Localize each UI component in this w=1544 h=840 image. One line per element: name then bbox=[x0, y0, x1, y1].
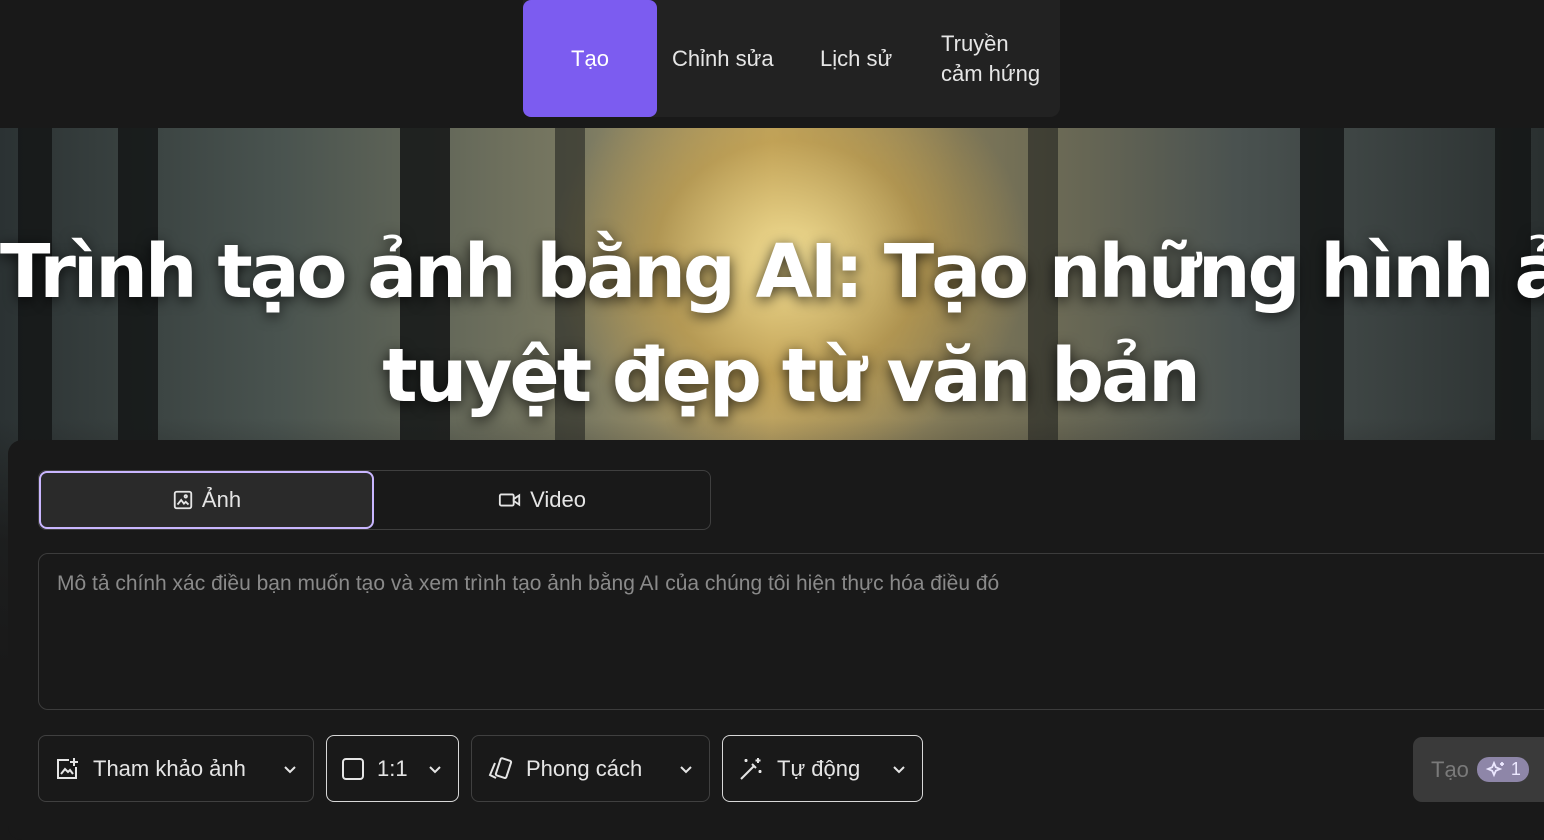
page-title: Trình tạo ảnh bằng AI: Tạo những hình ản… bbox=[0, 220, 1544, 428]
auto-label: Tự động bbox=[777, 755, 861, 781]
prompt-box bbox=[38, 553, 1544, 710]
tab-inspiration[interactable]: Truyền cảm hứng bbox=[941, 0, 1051, 117]
reference-image-label: Tham khảo ảnh bbox=[93, 755, 246, 781]
chevron-down-icon bbox=[677, 760, 695, 778]
aspect-ratio-label: 1:1 bbox=[377, 755, 408, 781]
video-mode-label: Video bbox=[530, 487, 586, 512]
video-camera-icon bbox=[498, 490, 522, 510]
tab-edit[interactable]: Chỉnh sửa bbox=[672, 0, 782, 117]
chevron-down-icon bbox=[890, 760, 908, 778]
generate-label: Tạo bbox=[1431, 756, 1469, 782]
chevron-down-icon bbox=[281, 760, 299, 778]
page-title-line-2: tuyệt đẹp từ văn bản bbox=[382, 333, 1201, 419]
generate-button[interactable]: Tạo 1 bbox=[1413, 737, 1544, 802]
style-label: Phong cách bbox=[526, 755, 643, 781]
aspect-ratio-dropdown[interactable]: 1:1 bbox=[326, 735, 459, 802]
tab-history[interactable]: Lịch sử bbox=[820, 0, 920, 117]
top-navigation-bar: Tạo Chỉnh sửa Lịch sử Truyền cảm hứng bbox=[0, 0, 1544, 128]
page-title-line-1: Trình tạo ảnh bằng AI: Tạo những hình ản… bbox=[0, 229, 1544, 315]
square-icon bbox=[341, 757, 365, 781]
photo-mode-label: Ảnh bbox=[201, 487, 242, 512]
tab-create[interactable]: Tạo bbox=[523, 0, 657, 117]
chevron-down-icon bbox=[426, 760, 444, 778]
photo-mode-button[interactable]: Ảnh bbox=[39, 471, 374, 529]
reference-image-dropdown[interactable]: Tham khảo ảnh bbox=[38, 735, 314, 802]
media-type-switch: Ảnh Video bbox=[38, 470, 711, 530]
image-icon bbox=[172, 489, 194, 511]
main-tabs: Tạo Chỉnh sửa Lịch sử Truyền cảm hứng bbox=[523, 0, 1060, 117]
add-image-icon bbox=[53, 755, 81, 783]
prompt-input[interactable] bbox=[57, 572, 1544, 691]
style-cards-icon bbox=[486, 756, 514, 782]
credit-count: 1 bbox=[1510, 759, 1521, 779]
style-dropdown[interactable]: Phong cách bbox=[471, 735, 710, 802]
sparkle-icon bbox=[1485, 760, 1507, 780]
auto-enhance-dropdown[interactable]: Tự động bbox=[722, 735, 923, 802]
video-mode-button[interactable]: Video bbox=[374, 471, 710, 529]
credit-badge: 1 bbox=[1476, 757, 1529, 782]
magic-wand-icon bbox=[737, 755, 765, 783]
